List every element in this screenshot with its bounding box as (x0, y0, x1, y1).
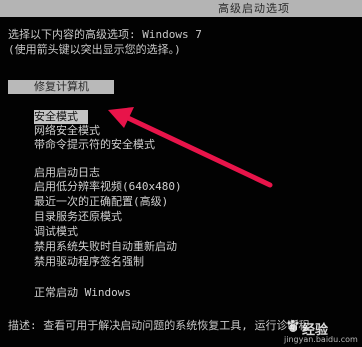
paw-icon (287, 319, 299, 332)
boot-options-screen: 高级启动选项 选择以下内容的高级选项: Windows 7 (使用箭头键以突出显… (0, 0, 362, 347)
baidu-jingyan-watermark: 经验 jingyan.baidu.com (276, 319, 362, 347)
watermark-url: jingyan.baidu.com (284, 335, 358, 344)
red-annotation-arrow (108, 107, 273, 188)
